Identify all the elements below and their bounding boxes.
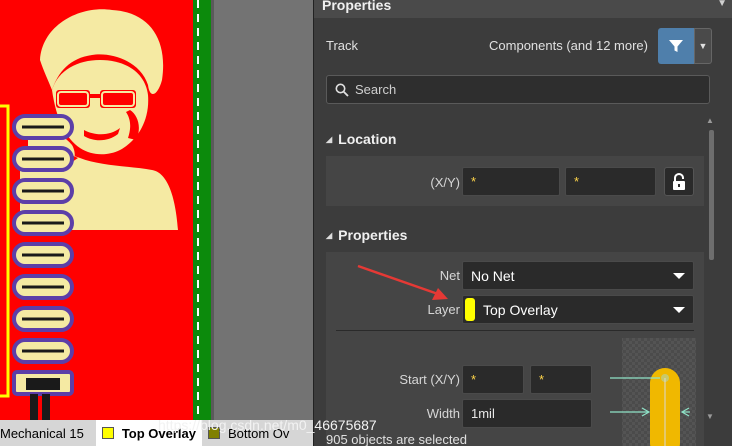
layer-value: Top Overlay (483, 301, 558, 318)
scrollbar-thumb[interactable] (709, 130, 714, 260)
scroll-up-icon[interactable]: ▲ (706, 116, 714, 125)
properties-section-header[interactable]: ◢ Properties (326, 227, 407, 243)
object-kind-label: Track (326, 38, 359, 53)
layer-color-swatch (101, 427, 114, 439)
silkscreen-artwork (0, 9, 178, 420)
component-outline (0, 104, 10, 398)
xy-label: (X/Y) (430, 175, 460, 190)
layer-tab-label: Mechanical 15 (0, 425, 84, 441)
divider (336, 330, 694, 331)
location-section-header[interactable]: ◢ Location (326, 131, 397, 147)
net-value: No Net (471, 267, 515, 284)
pcb-canvas[interactable] (0, 0, 313, 420)
lock-icon[interactable] (664, 167, 694, 196)
location-y-input[interactable]: * (565, 167, 656, 196)
panel-scrollbar[interactable]: ▲ ▼ (706, 116, 716, 424)
start-xy-label: Start (X/Y) (399, 372, 460, 387)
search-field[interactable] (326, 75, 710, 104)
chevron-down-icon[interactable]: ▼ (694, 28, 712, 64)
filter-icon[interactable] (658, 28, 694, 64)
panel-header: Properties ▼ (314, 0, 732, 18)
collapse-triangle-icon: ◢ (326, 230, 333, 240)
section-title: Location (338, 131, 397, 147)
net-select[interactable]: No Net (462, 261, 694, 290)
scroll-down-icon[interactable]: ▼ (706, 412, 714, 421)
section-title: Properties (338, 227, 408, 243)
location-section-body: (X/Y) * * (326, 156, 704, 206)
chevron-down-icon (673, 272, 685, 279)
filter-summary-link[interactable]: Components (and 12 more) (489, 38, 648, 53)
watermark: https://blog.csdn.net/m0_46675687 (158, 417, 377, 433)
properties-panel: Properties ▼ Track Components (and 12 mo… (313, 0, 732, 446)
selection-status: 905 objects are selected (326, 432, 467, 446)
width-input[interactable]: 1mil (462, 399, 592, 428)
search-input[interactable] (355, 82, 685, 97)
start-y-input[interactable]: * (530, 365, 592, 394)
layer-select[interactable]: Top Overlay (462, 295, 694, 324)
layer-tab-mechanical-15[interactable]: Mechanical 15 (0, 420, 90, 446)
start-x-input[interactable]: * (462, 365, 524, 394)
chevron-down-icon (673, 306, 685, 313)
annotation-arrow (357, 264, 448, 300)
search-icon (335, 83, 349, 97)
layer-label: Layer (427, 302, 460, 317)
layer-color-swatch (465, 298, 475, 321)
selection-filter-button[interactable]: ▼ (658, 28, 712, 64)
location-x-input[interactable]: * (462, 167, 560, 196)
panel-title: Properties (322, 0, 392, 13)
collapse-triangle-icon: ◢ (326, 134, 333, 144)
panel-menu-icon[interactable]: ▼ (717, 0, 727, 9)
pad-stack (12, 114, 74, 420)
track-preview-diagram (610, 338, 696, 446)
